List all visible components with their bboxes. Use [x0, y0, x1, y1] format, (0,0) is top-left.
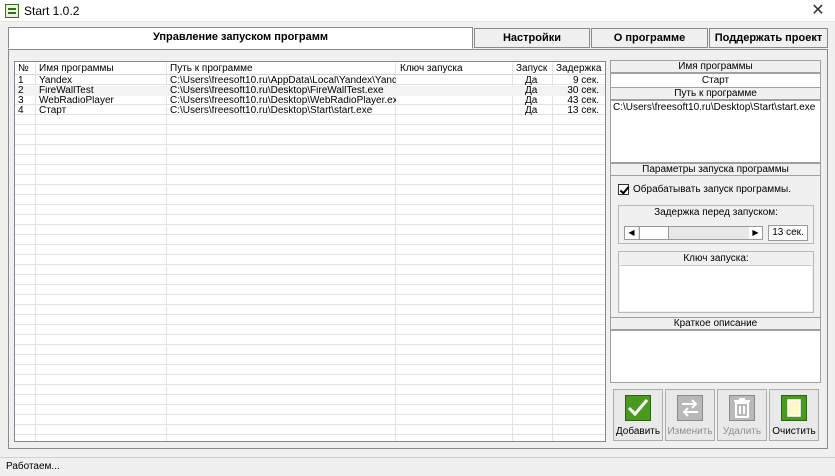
add-button[interactable]: Добавить: [613, 389, 663, 441]
table-header: № Имя программы Путь к программе Ключ за…: [15, 62, 605, 75]
cell-delay: 13 сек.: [567, 106, 599, 116]
cell-path: C:\Users\freesoft10.ru\Desktop\Start\sta…: [170, 106, 373, 116]
cell-launch: Да: [525, 86, 538, 96]
tab-support[interactable]: Поддержать проект: [709, 28, 828, 48]
description-header: Краткое описание: [610, 317, 821, 330]
cell-launch: Да: [525, 76, 538, 86]
clear-button[interactable]: Очистить: [769, 389, 819, 441]
column-header-key[interactable]: Ключ запуска: [396, 63, 513, 75]
cell-name: Старт: [39, 106, 67, 116]
clear-label: Очистить: [772, 426, 816, 437]
cell-launch: Да: [525, 96, 538, 106]
description-field[interactable]: [610, 330, 821, 383]
column-header-num[interactable]: №: [15, 63, 36, 75]
column-header-launch[interactable]: Запуск: [513, 63, 553, 75]
table-row[interactable]: 1 Yandex C:\Users\freesoft10.ru\AppData\…: [15, 76, 605, 86]
edit-label: Изменить: [667, 426, 713, 437]
cell-num: 1: [18, 76, 24, 86]
launch-key-title: Ключ запуска:: [683, 253, 749, 264]
program-path-header: Путь к программе: [610, 87, 821, 100]
cell-name: Yandex: [39, 76, 73, 86]
cell-num: 3: [18, 96, 24, 106]
add-label: Добавить: [615, 426, 661, 437]
status-text: Работаем...: [6, 461, 60, 472]
cell-delay: 43 сек.: [567, 96, 599, 106]
tab-settings[interactable]: Настройки: [474, 28, 590, 48]
cell-delay: 30 сек.: [567, 86, 599, 96]
handle-launch-label: Обрабатывать запуск программы.: [633, 184, 791, 196]
cell-name: WebRadioPlayer: [39, 96, 114, 106]
slider-right-arrow-icon[interactable]: ▶: [749, 227, 762, 239]
cell-launch: Да: [525, 106, 538, 116]
window-title: Start 1.0.2: [24, 4, 80, 18]
title-bar: Start 1.0.2 ✕: [0, 0, 835, 22]
trash-icon: [729, 395, 755, 421]
launch-key-group: Ключ запуска:: [618, 251, 814, 313]
table-grid-lines: [15, 62, 605, 441]
cell-key: [396, 76, 513, 86]
cell-path: C:\Users\freesoft10.ru\Desktop\FireWallT…: [170, 86, 384, 96]
cell-key: [396, 86, 513, 96]
cell-num: 2: [18, 86, 24, 96]
delay-slider[interactable]: ◀ ▶: [624, 226, 763, 240]
program-table[interactable]: № Имя программы Путь к программе Ключ за…: [14, 61, 606, 442]
table-row[interactable]: 3 WebRadioPlayer C:\Users\freesoft10.ru\…: [15, 96, 605, 106]
table-row[interactable]: 2 FireWallTest C:\Users\freesoft10.ru\De…: [15, 86, 605, 96]
handle-launch-row[interactable]: Обрабатывать запуск программы.: [618, 184, 791, 195]
handle-launch-checkbox[interactable]: [618, 184, 629, 195]
launch-key-field[interactable]: [620, 265, 812, 311]
column-header-name[interactable]: Имя программы: [36, 63, 167, 75]
delay-group: Задержка перед запуском: ◀ ▶ 13 сек.: [618, 205, 814, 244]
close-button[interactable]: ✕: [801, 0, 835, 22]
cell-key: [396, 106, 513, 116]
launch-params-header: Параметры запуска программы: [610, 163, 821, 176]
app-icon: [5, 4, 19, 18]
slider-left-arrow-icon[interactable]: ◀: [625, 227, 638, 239]
checkmark-icon: [625, 395, 651, 421]
delay-value-field[interactable]: 13 сек.: [768, 225, 808, 241]
delete-button[interactable]: Удалить: [717, 389, 767, 441]
status-bar: Работаем...: [0, 457, 835, 476]
cell-delay: 9 сек.: [572, 76, 599, 86]
cell-name: FireWallTest: [39, 86, 94, 96]
cell-num: 4: [18, 106, 24, 116]
table-row[interactable]: 4 Старт C:\Users\freesoft10.ru\Desktop\S…: [15, 106, 605, 116]
blank-page-icon: [781, 395, 807, 421]
delete-label: Удалить: [722, 426, 762, 437]
program-name-field[interactable]: Старт: [610, 73, 821, 88]
tab-launch-management[interactable]: Управление запуском программ: [8, 27, 473, 49]
delay-title: Задержка перед запуском:: [654, 207, 778, 218]
edit-button[interactable]: Изменить: [665, 389, 715, 441]
column-header-delay[interactable]: Задержка: [553, 63, 605, 75]
cell-path: C:\Users\freesoft10.ru\Desktop\WebRadioP…: [170, 96, 396, 106]
program-name-header: Имя программы: [610, 60, 821, 73]
cell-key: [396, 96, 513, 106]
program-path-field[interactable]: C:\Users\freesoft10.ru\Desktop\Start\sta…: [610, 100, 821, 163]
slider-thumb[interactable]: [639, 227, 669, 239]
cell-path: C:\Users\freesoft10.ru\AppData\Local\Yan…: [170, 76, 396, 86]
tab-about[interactable]: О программе: [591, 28, 708, 48]
column-header-path[interactable]: Путь к программе: [167, 63, 396, 75]
swap-arrows-icon: [677, 395, 703, 421]
